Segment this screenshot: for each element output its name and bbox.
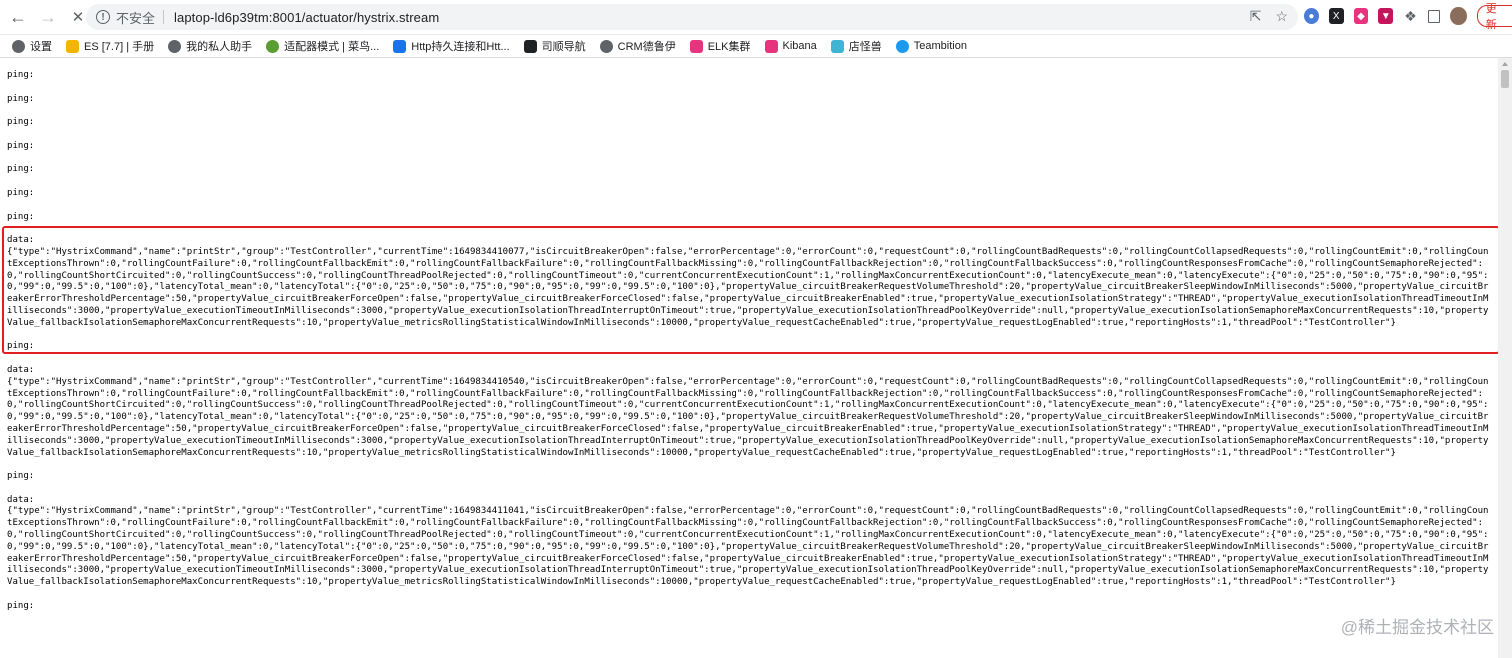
- bookmark-item[interactable]: ELK集群: [689, 38, 751, 54]
- data-label: data:: [7, 364, 35, 375]
- bookmark-label: 店怪兽: [848, 41, 882, 53]
- puzzle-icon[interactable]: ❖: [1403, 8, 1418, 24]
- kibana-icon: [689, 39, 703, 53]
- kibana-icon: [764, 39, 778, 53]
- bookmark-label: ELK集群: [707, 41, 751, 53]
- update-button[interactable]: 更新 ⋮: [1476, 3, 1512, 31]
- extension-red-icon[interactable]: ▼: [1378, 8, 1394, 24]
- warning-icon[interactable]: !: [96, 10, 110, 24]
- bookmark-item[interactable]: 我的私人助手: [168, 38, 252, 54]
- ping-line: ping:: [7, 140, 35, 151]
- event-json: {"type":"HystrixCommand","name":"printSt…: [7, 246, 1489, 328]
- extension-x-icon[interactable]: X: [1328, 8, 1344, 24]
- bookmark-item[interactable]: CRM德鲁伊: [599, 38, 676, 54]
- forward-arrow-icon[interactable]: →: [36, 5, 60, 29]
- extensions-bar: ● X ◆ ▼ ❖ 更新 ⋮: [1304, 3, 1512, 31]
- ping-line: ping:: [7, 471, 35, 482]
- elastic-icon: [66, 39, 79, 53]
- globe-icon: [599, 39, 613, 53]
- event-json: {"type":"HystrixCommand","name":"printSt…: [7, 506, 1489, 588]
- page-content: ping: ping: ping: ping: ping: ping: ping…: [0, 58, 1512, 658]
- bookmark-label: 适配器模式 | 菜鸟...: [284, 41, 380, 53]
- data-label: data:: [7, 235, 35, 246]
- data-label: data:: [7, 494, 35, 505]
- bookmark-label: Http持久连接和Htt...: [411, 41, 510, 53]
- divider: [163, 10, 165, 24]
- ping-line: ping:: [7, 600, 35, 611]
- omnibox-actions: ⇱ ☆: [1250, 8, 1288, 25]
- event-stream: ping: ping: ping: ping: ping: ping: ping…: [0, 58, 1496, 613]
- bookmark-label: CRM德鲁伊: [617, 41, 676, 53]
- back-arrow-icon[interactable]: ←: [6, 5, 30, 29]
- avatar[interactable]: [1450, 7, 1467, 25]
- star-icon[interactable]: ☆: [1275, 8, 1288, 25]
- extension-pink-icon[interactable]: ◆: [1353, 8, 1369, 24]
- event-json: {"type":"HystrixCommand","name":"printSt…: [7, 376, 1489, 458]
- ping-line: ping:: [7, 70, 35, 80]
- runoob-icon: [266, 39, 280, 53]
- ping-line: ping:: [7, 211, 35, 222]
- ping-line: ping:: [7, 164, 35, 175]
- update-label: 更新: [1485, 3, 1497, 31]
- share-icon[interactable]: ⇱: [1250, 8, 1262, 25]
- scrollbar[interactable]: [1498, 58, 1512, 658]
- bookmark-item[interactable]: Teambition: [895, 39, 967, 53]
- bookmark-label: 我的私人助手: [186, 41, 253, 53]
- pro-icon: [523, 39, 537, 53]
- ping-line: ping:: [7, 341, 35, 352]
- ping-line: ping:: [7, 117, 35, 128]
- side-panel-icon[interactable]: [1427, 9, 1441, 23]
- browser-toolbar: ← → ✕ ! 不安全 laptop-ld6p39tm:8001/actuato…: [0, 0, 1512, 35]
- bookmark-label: Teambition: [913, 40, 967, 52]
- bookmark-label: 设置: [30, 41, 52, 53]
- bookmark-item[interactable]: 店怪兽: [830, 38, 882, 54]
- security-label: 不安全: [116, 10, 156, 26]
- bookmark-label: 司顺导航: [541, 41, 586, 53]
- extension-blue-icon[interactable]: ●: [1304, 8, 1319, 24]
- ping-line: ping:: [7, 93, 35, 104]
- bookmark-label: ES [7.7] | 手册: [84, 41, 155, 53]
- scrollbar-thumb[interactable]: [1501, 70, 1509, 88]
- bookmarks-bar: 设置 ES [7.7] | 手册 我的私人助手 适配器模式 | 菜鸟... Ht…: [0, 35, 1512, 58]
- bookmark-item[interactable]: 适配器模式 | 菜鸟...: [266, 38, 379, 54]
- store-icon: [830, 39, 844, 53]
- url-text[interactable]: laptop-ld6p39tm:8001/actuator/hystrix.st…: [174, 10, 439, 25]
- bookmark-item[interactable]: Kibana: [764, 39, 817, 53]
- scroll-up-icon[interactable]: [1502, 62, 1508, 66]
- bookmark-item[interactable]: ES [7.7] | 手册: [66, 38, 154, 54]
- teambition-icon: [895, 39, 909, 53]
- bookmark-item[interactable]: 设置: [12, 38, 52, 54]
- watermark: @稀土掘金技术社区: [1340, 618, 1494, 637]
- ping-line: ping:: [7, 187, 35, 198]
- gear-icon: [12, 39, 25, 53]
- bookmark-item[interactable]: 司顺导航: [523, 38, 586, 54]
- bookmark-label: Kibana: [782, 40, 817, 52]
- address-bar[interactable]: ! 不安全 laptop-ld6p39tm:8001/actuator/hyst…: [86, 4, 1298, 30]
- globe-icon: [168, 39, 182, 53]
- bookmark-item[interactable]: Http持久连接和Htt...: [393, 38, 510, 54]
- paw-icon: [393, 39, 407, 53]
